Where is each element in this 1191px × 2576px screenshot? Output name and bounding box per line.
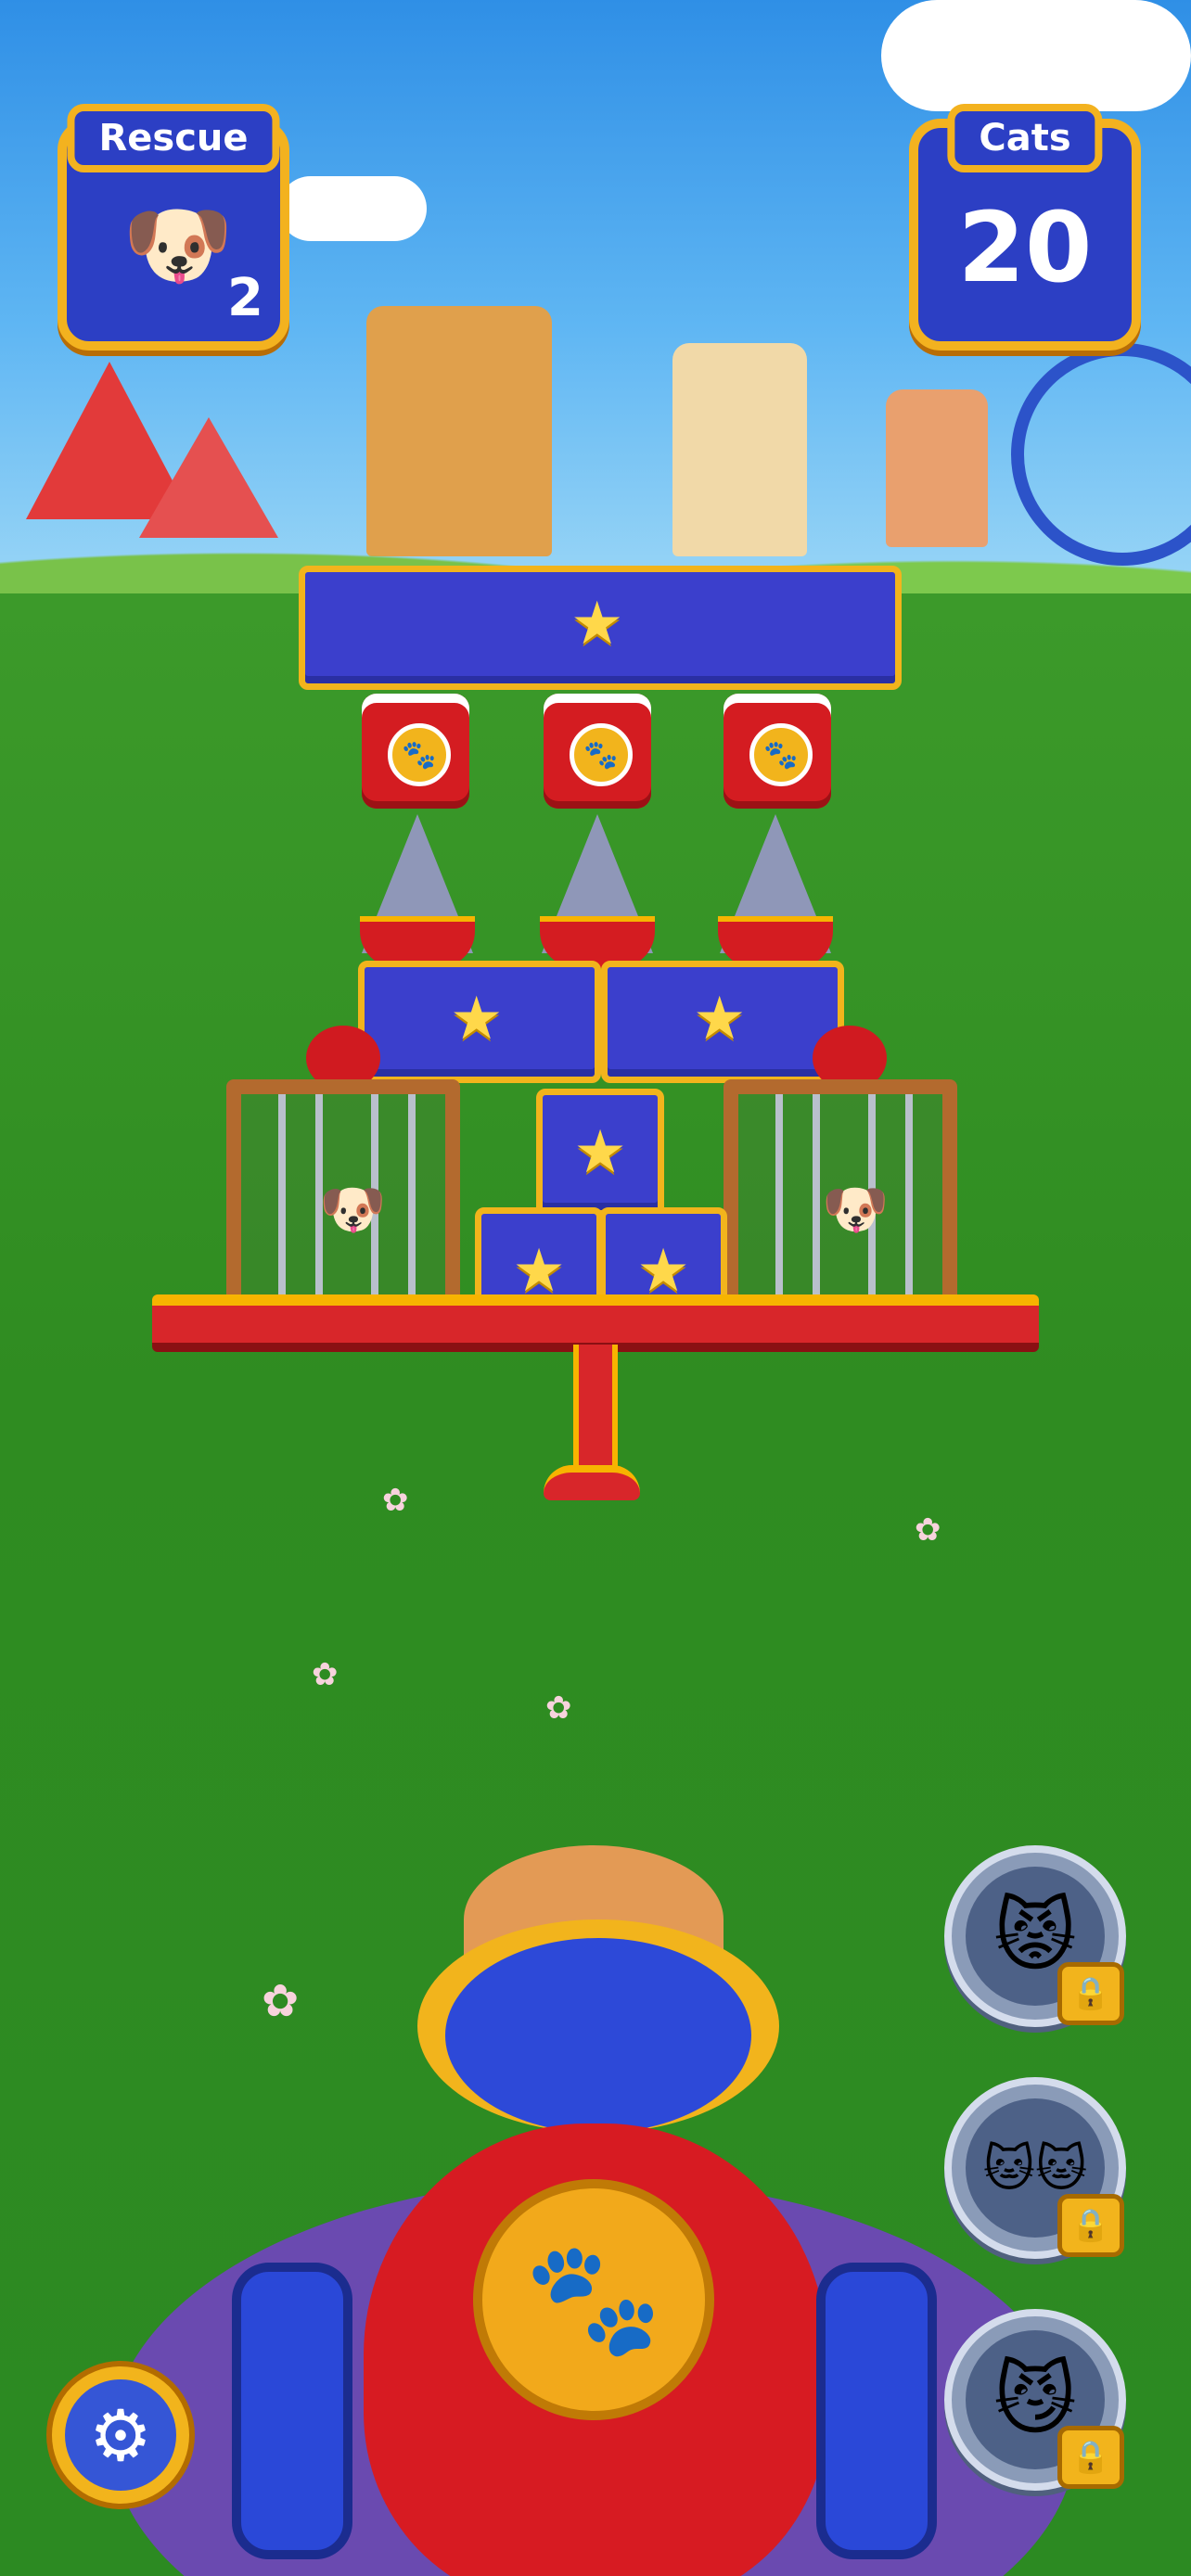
- cage-bar: [905, 1094, 913, 1296]
- caged-puppy-icon: 🐶: [822, 1178, 890, 1241]
- cage-right[interactable]: 🐶: [724, 1079, 957, 1311]
- cloud: [278, 176, 427, 241]
- flower: ✿: [382, 1482, 409, 1519]
- paw-icon: 🐾: [570, 723, 633, 786]
- cannon-muzzle: [445, 1938, 751, 2133]
- settings-button[interactable]: ⚙: [46, 2361, 195, 2509]
- platform-pole: [573, 1345, 618, 1484]
- cats-count: 20: [957, 191, 1093, 304]
- platform-pole-foot: [544, 1465, 640, 1500]
- rescue-panel: Rescue 🐶 2: [58, 104, 289, 351]
- ability-grumpy-cat-button[interactable]: 😼 🔒: [944, 2309, 1126, 2491]
- cloud: [881, 0, 1191, 111]
- cage-left[interactable]: 🐶: [226, 1079, 460, 1311]
- cats-label: Cats: [947, 104, 1103, 172]
- cage-bar: [813, 1094, 820, 1296]
- mid-star-plank-right[interactable]: ★: [601, 961, 844, 1083]
- cage-bar: [408, 1094, 416, 1296]
- mid-star-plank-left[interactable]: ★: [358, 961, 601, 1083]
- cats-panel: Cats 20: [909, 104, 1141, 351]
- paw-icon: 🐾: [473, 2179, 714, 2420]
- star-icon: ★: [636, 1237, 690, 1306]
- flower: ✿: [312, 1656, 339, 1693]
- flower: ✿: [915, 1511, 941, 1549]
- paw-icon: 🐾: [749, 723, 813, 786]
- caged-puppy-icon: 🐶: [319, 1178, 387, 1241]
- cage-bar: [278, 1094, 286, 1296]
- star-icon: ★: [693, 985, 747, 1053]
- star-icon: ★: [450, 985, 504, 1053]
- padlock-icon: 🔒: [1057, 2194, 1124, 2257]
- game-scene[interactable]: ✿ ✿ ✿ ✿ ✿ Rescue 🐶 2 Cats 20 ★ 🐾 🐾 🐾 ★ ★: [0, 0, 1191, 2576]
- cannon-wheel-left: [232, 2263, 352, 2559]
- ability-red-cat-button[interactable]: 😾 🔒: [944, 1845, 1126, 2027]
- top-star-plank[interactable]: ★: [299, 566, 902, 690]
- star-icon: ★: [570, 590, 624, 658]
- tower-platform: [152, 1294, 1039, 1352]
- cannon-wheel-right: [816, 2263, 937, 2559]
- padlock-icon: 🔒: [1057, 1962, 1124, 2025]
- flower: ✿: [545, 1690, 572, 1727]
- flower: ✿: [262, 1975, 300, 2027]
- paw-icon: 🐾: [388, 723, 451, 786]
- rescue-label: Rescue: [67, 104, 280, 172]
- paw-drum-center[interactable]: 🐾: [544, 694, 651, 809]
- gear-icon: ⚙: [65, 2379, 176, 2491]
- ability-triple-cat-button[interactable]: 🐱🐱 🔒: [944, 2077, 1126, 2259]
- paw-drum-left[interactable]: 🐾: [362, 694, 469, 809]
- padlock-icon: 🔒: [1057, 2426, 1124, 2489]
- rescue-count: 2: [227, 268, 263, 328]
- puppy-icon: 🐶: [122, 193, 234, 297]
- star-block-top[interactable]: ★: [536, 1089, 664, 1217]
- star-icon: ★: [512, 1237, 566, 1306]
- star-icon: ★: [573, 1118, 627, 1187]
- cage-bar: [775, 1094, 783, 1296]
- paw-drum-right[interactable]: 🐾: [724, 694, 831, 809]
